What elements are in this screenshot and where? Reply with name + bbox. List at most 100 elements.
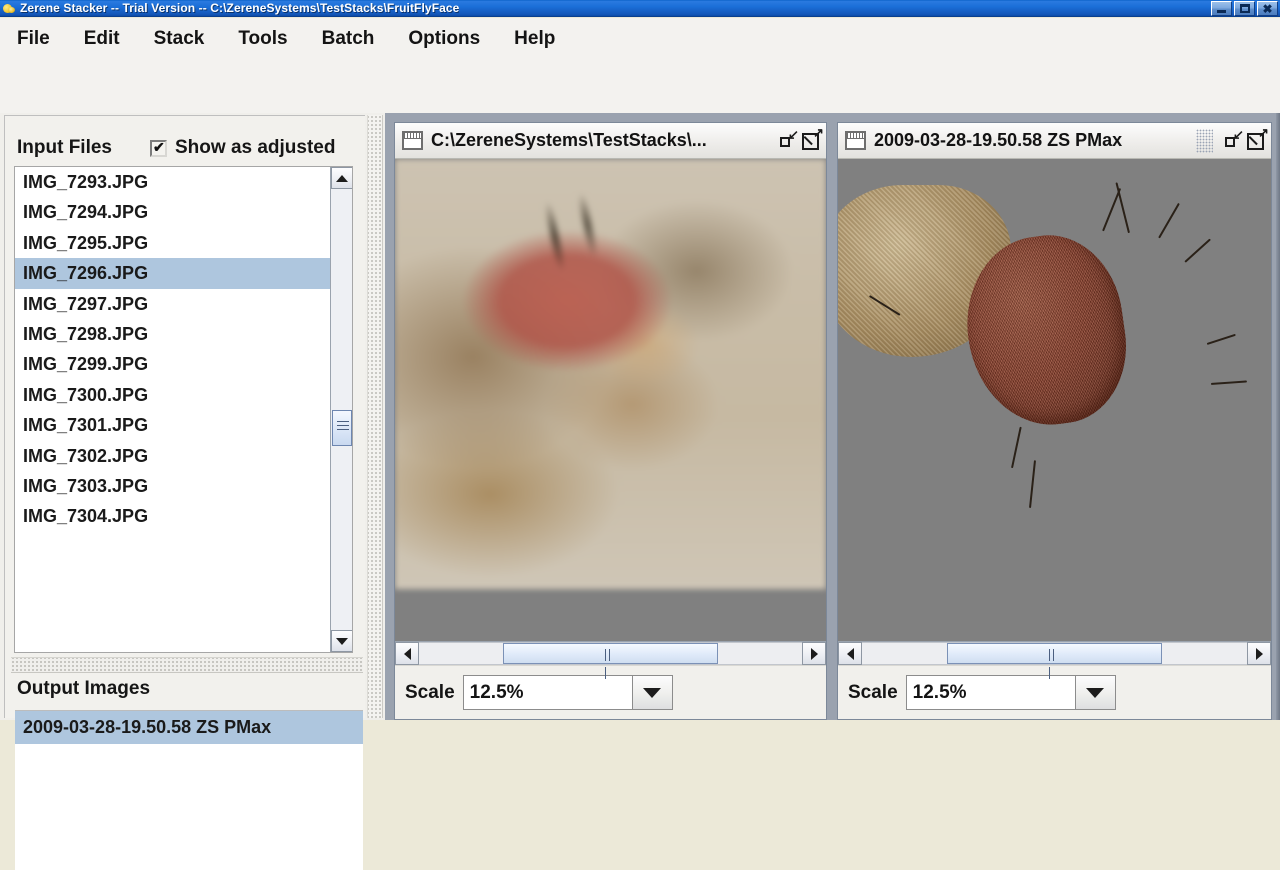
output-preview-body: [838, 159, 1271, 641]
fly-bristle: [1115, 181, 1131, 233]
list-item[interactable]: IMG_7295.JPG: [15, 228, 332, 258]
input-files-header: Input Files Show as adjusted: [6, 130, 361, 166]
scale-value[interactable]: 12.5%: [463, 676, 632, 709]
minimize-button[interactable]: [1211, 1, 1232, 16]
scroll-left-button[interactable]: [395, 642, 419, 665]
input-files-label: Input Files: [17, 137, 112, 158]
output-preview-window: 2009-03-28-19.50.58 ZS PMax ↙ ↗ Scale 12…: [837, 122, 1272, 720]
scale-combobox[interactable]: 12.5%: [462, 675, 673, 710]
hscroll-track[interactable]: [419, 642, 802, 679]
chevron-down-icon: [1086, 687, 1105, 698]
main-content: Input Files Show as adjusted IMG_7293.JP…: [0, 113, 1280, 870]
scroll-right-button[interactable]: [802, 642, 826, 665]
checkbox-icon[interactable]: [150, 139, 167, 157]
chevron-left-icon: [403, 647, 411, 660]
chevron-up-icon: [336, 174, 348, 182]
scroll-right-button[interactable]: [1247, 642, 1271, 665]
output-preview-hscrollbar[interactable]: [838, 641, 1271, 679]
fly-bristle: [1184, 238, 1212, 263]
desktop-right-edge: [1276, 113, 1280, 720]
horizontal-splitter[interactable]: [11, 657, 363, 673]
list-item[interactable]: IMG_7293.JPG: [15, 167, 332, 197]
toolbar-strip: [0, 60, 1280, 115]
vertical-splitter[interactable]: [367, 115, 383, 718]
hscroll-track[interactable]: [862, 642, 1247, 679]
chevron-down-icon: [643, 687, 662, 698]
window-title: Zerene Stacker -- Trial Version -- C:\Ze…: [20, 1, 460, 15]
zerene-app-icon: [2, 2, 16, 15]
restore-down-button[interactable]: ↙: [776, 126, 799, 153]
list-item-selected[interactable]: IMG_7296.JPG: [15, 258, 332, 289]
window-frame-icon: [845, 131, 866, 150]
scroll-up-button[interactable]: [331, 167, 352, 189]
scroll-left-button[interactable]: [838, 642, 862, 665]
input-files-list[interactable]: IMG_7293.JPG IMG_7294.JPG IMG_7295.JPG I…: [15, 167, 332, 652]
menu-item-batch[interactable]: Batch: [319, 26, 378, 52]
maximize-window-button[interactable]: ↗: [800, 124, 824, 153]
window-titlebar[interactable]: Zerene Stacker -- Trial Version -- C:\Ze…: [0, 0, 1280, 17]
list-item[interactable]: IMG_7300.JPG: [15, 380, 332, 410]
desktop-pane: C:\ZereneSystems\TestStacks\... ↙ ↗ Scal…: [385, 113, 1280, 720]
window-frame-icon: [402, 131, 423, 150]
output-images-label: Output Images: [17, 678, 151, 699]
input-preview-body: [395, 159, 826, 641]
window-controls: ✖: [1211, 1, 1278, 16]
scrollbar-thumb[interactable]: [332, 410, 352, 446]
grip-icon: [1049, 649, 1059, 679]
list-item[interactable]: IMG_7304.JPG: [15, 501, 332, 531]
list-item[interactable]: IMG_7303.JPG: [15, 471, 332, 501]
input-preview-image: [395, 159, 826, 589]
menu-item-help[interactable]: Help: [511, 26, 558, 52]
hscrollbar-thumb[interactable]: [946, 643, 1163, 679]
fly-bristle: [1211, 380, 1248, 386]
show-as-adjusted-label: Show as adjusted: [175, 137, 336, 158]
list-item[interactable]: IMG_7299.JPG: [15, 349, 332, 379]
input-preview-caption: C:\ZereneSystems\TestStacks\...: [431, 130, 707, 150]
input-preview-titlebar[interactable]: C:\ZereneSystems\TestStacks\... ↙ ↗: [395, 123, 826, 159]
list-item[interactable]: IMG_7294.JPG: [15, 197, 332, 227]
close-button[interactable]: ✖: [1257, 1, 1278, 16]
scale-dropdown-button[interactable]: [1074, 676, 1115, 709]
scale-dropdown-button[interactable]: [631, 676, 672, 709]
grip-icon: [605, 649, 615, 679]
input-files-list-container: IMG_7293.JPG IMG_7294.JPG IMG_7295.JPG I…: [14, 166, 353, 653]
list-item[interactable]: IMG_7297.JPG: [15, 289, 332, 319]
menu-item-edit[interactable]: Edit: [81, 26, 123, 52]
input-scale-bar: Scale 12.5%: [395, 665, 826, 719]
show-as-adjusted-checkbox[interactable]: Show as adjusted: [150, 137, 335, 159]
chevron-down-icon: [336, 637, 348, 645]
menu-item-file[interactable]: File: [14, 26, 53, 52]
scale-label: Scale: [848, 681, 898, 703]
scale-label: Scale: [405, 681, 455, 703]
list-item[interactable]: IMG_7302.JPG: [15, 441, 332, 471]
restore-down-button[interactable]: ↙: [1221, 128, 1244, 153]
grip-icon: [337, 421, 349, 432]
hscrollbar-thumb[interactable]: [503, 643, 718, 679]
output-images-section: Output Images 2009-03-28-19.50.58 ZS PMa…: [6, 674, 363, 870]
scroll-down-button[interactable]: [331, 630, 352, 652]
list-item-selected[interactable]: 2009-03-28-19.50.58 ZS PMax: [15, 711, 363, 744]
output-preview-caption: 2009-03-28-19.50.58 ZS PMax: [874, 130, 1123, 150]
arrow-in-icon: ↙: [788, 126, 799, 142]
maximize-window-button[interactable]: ↗: [1245, 124, 1269, 153]
menu-item-stack[interactable]: Stack: [151, 26, 208, 52]
minimize-icon: [1217, 10, 1226, 13]
list-item[interactable]: IMG_7298.JPG: [15, 319, 332, 349]
chevron-left-icon: [846, 647, 854, 660]
output-preview-image: [838, 159, 1271, 589]
menu-item-tools[interactable]: Tools: [235, 26, 290, 52]
input-preview-hscrollbar[interactable]: [395, 641, 826, 679]
scale-combobox[interactable]: 12.5%: [905, 675, 1116, 710]
menu-item-options[interactable]: Options: [405, 26, 483, 52]
input-files-scrollbar[interactable]: [330, 167, 352, 652]
output-images-list[interactable]: 2009-03-28-19.50.58 ZS PMax: [15, 710, 363, 870]
list-item[interactable]: IMG_7301.JPG: [15, 410, 332, 440]
scale-value[interactable]: 12.5%: [906, 676, 1075, 709]
fly-bristle: [1011, 426, 1022, 468]
input-preview-window: C:\ZereneSystems\TestStacks\... ↙ ↗ Scal…: [394, 122, 827, 720]
titlebar-grip-icon: [1196, 128, 1213, 153]
arrow-out-icon: ↗: [1258, 124, 1269, 140]
output-preview-titlebar[interactable]: 2009-03-28-19.50.58 ZS PMax ↙ ↗: [838, 123, 1271, 159]
arrow-out-icon: ↗: [813, 124, 824, 140]
maximize-button[interactable]: [1234, 1, 1255, 16]
